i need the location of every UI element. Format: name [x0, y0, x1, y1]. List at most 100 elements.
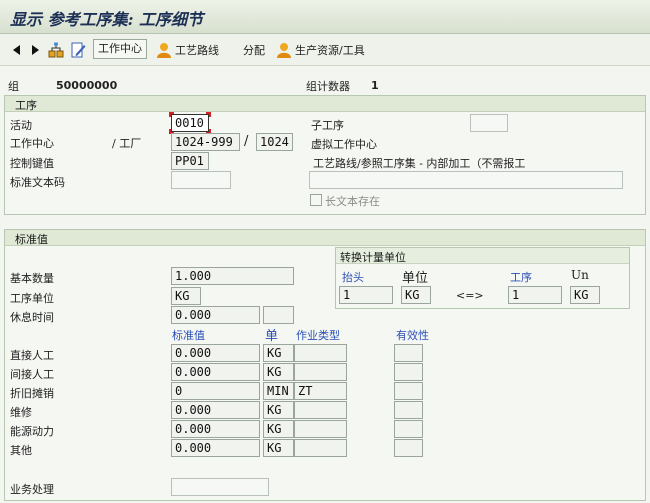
prt-button-label: 生产资源/工具 [295, 44, 365, 57]
conversion-title: 转换计量单位 [340, 251, 406, 264]
header-quantity-field[interactable]: 1 [339, 286, 393, 304]
allocation-button-label: 分配 [243, 44, 265, 57]
title-bar: 显示 参考工序集: 工序细节 [0, 0, 650, 34]
effectivity-field[interactable] [394, 382, 423, 400]
virtual-work-center-label: 虚拟工作中心 [311, 138, 377, 151]
hierarchy-icon [48, 42, 64, 58]
plant-field[interactable]: 1024 [256, 133, 293, 151]
long-text-label: 长文本存在 [325, 195, 380, 208]
standard-value-unit-field[interactable]: MIN [263, 382, 294, 400]
activity-label: 活动 [10, 119, 32, 132]
allocation-button[interactable]: 分配 [243, 39, 265, 61]
effectivity-field[interactable] [394, 439, 423, 457]
person-icon [157, 43, 171, 58]
group-value: 50000000 [56, 79, 118, 92]
standard-value-unit-field[interactable]: KG [263, 363, 294, 381]
operation-section-title: 工序 [15, 99, 37, 112]
operation-unit-field[interactable]: KG [570, 286, 600, 304]
work-center-button-label: 工作中心 [98, 42, 142, 55]
base-quantity-field[interactable]: 1.000 [171, 267, 294, 285]
effectivity-field[interactable] [394, 420, 423, 438]
activity-type-field[interactable] [294, 401, 347, 419]
edit-document-icon [71, 42, 86, 58]
base-quantity-label: 基本数量 [10, 272, 54, 285]
standard-value-row-label: 能源动力 [10, 425, 54, 438]
business-process-label: 业务处理 [10, 483, 54, 496]
activity-field[interactable]: 0010 [171, 114, 209, 132]
effectivity-field[interactable] [394, 363, 423, 381]
group-counter-label: 组计数器 [306, 80, 350, 93]
standard-value-field[interactable]: 0.000 [171, 420, 260, 438]
work-center-field[interactable]: 1024-999 [171, 133, 240, 151]
routing-button-label: 工艺路线 [175, 44, 219, 57]
window-title: 显示 参考工序集: 工序细节 [10, 10, 204, 29]
operation-unit-field[interactable]: KG [171, 287, 201, 305]
sub-operation-field[interactable] [470, 114, 508, 132]
control-key-field[interactable]: PP01 [171, 152, 209, 170]
sub-operation-label: 子工序 [311, 119, 344, 132]
conversion-operation-label: 工序 [510, 271, 532, 284]
standard-value-field[interactable]: 0 [171, 382, 260, 400]
standard-value-unit-field[interactable]: KG [263, 344, 294, 362]
standard-value-unit-field[interactable]: KG [263, 420, 294, 438]
business-process-field[interactable] [171, 478, 269, 496]
standard-value-row-label: 折旧摊销 [10, 387, 54, 400]
conversion-un-label: Un [571, 268, 589, 282]
standard-text-key-field[interactable] [171, 171, 231, 189]
standard-text-key-label: 标准文本码 [10, 176, 65, 189]
focus-corner-marker [206, 112, 211, 117]
conversion-header-label: 抬头 [342, 271, 364, 284]
standard-value-unit-field[interactable]: KG [263, 439, 294, 457]
effectivity-field[interactable] [394, 401, 423, 419]
break-time-field[interactable]: 0.000 [171, 306, 260, 324]
standard-value-field[interactable]: 0.000 [171, 363, 260, 381]
edit-document-button[interactable] [70, 39, 86, 61]
back-button[interactable] [9, 39, 25, 61]
operation-quantity-field[interactable]: 1 [508, 286, 562, 304]
work-center-button[interactable]: 工作中心 [93, 39, 147, 59]
group-counter-value: 1 [371, 79, 379, 92]
focus-corner-marker [169, 112, 174, 117]
plant-separator: / [244, 134, 249, 149]
standard-value-unit-field[interactable]: KG [263, 401, 294, 419]
standard-value-row-label: 间接人工 [10, 368, 54, 381]
control-key-label: 控制键值 [10, 157, 54, 170]
effectivity-field[interactable] [394, 344, 423, 362]
activity-type-field[interactable]: ZT [294, 382, 347, 400]
break-time-label: 休息时间 [10, 311, 54, 324]
control-key-description: 工艺路线/参照工序集 - 内部加工（不需报工 [313, 157, 526, 170]
standard-value-field[interactable]: 0.000 [171, 401, 260, 419]
standard-value-row-label: 维修 [10, 406, 32, 419]
standard-value-row-label: 直接人工 [10, 349, 54, 362]
prt-button[interactable]: 生产资源/工具 [276, 39, 365, 61]
operation-description-field[interactable] [309, 171, 623, 189]
conversion-equals: <=> [456, 289, 484, 302]
operation-unit-label: 工序单位 [10, 292, 54, 305]
standard-value-field[interactable]: 0.000 [171, 344, 260, 362]
triangle-right-icon [32, 45, 39, 55]
group-label: 组 [8, 80, 19, 93]
column-unit: 单 [265, 329, 279, 344]
activity-type-field[interactable] [294, 363, 347, 381]
activity-type-field[interactable] [294, 344, 347, 362]
standard-value-field[interactable]: 0.000 [171, 439, 260, 457]
conversion-unit-label: 单位 [402, 271, 429, 286]
header-unit-field[interactable]: KG [401, 286, 431, 304]
activity-type-field[interactable] [294, 439, 347, 457]
column-activity-type: 作业类型 [296, 329, 340, 342]
activity-type-field[interactable] [294, 420, 347, 438]
long-text-checkbox[interactable] [310, 194, 322, 206]
column-standard-value: 标准值 [172, 329, 205, 342]
routing-button[interactable]: 工艺路线 [156, 39, 219, 61]
plant-label: / 工厂 [112, 137, 142, 150]
hierarchy-button[interactable] [48, 39, 64, 61]
column-effectivity: 有效性 [396, 329, 429, 342]
standard-value-row-label: 其他 [10, 444, 32, 457]
triangle-left-icon [13, 45, 20, 55]
break-time-unit-field[interactable] [263, 306, 294, 324]
standard-values-section-title: 标准值 [15, 233, 48, 246]
forward-button[interactable] [27, 39, 43, 61]
person-icon [277, 43, 291, 58]
work-center-label: 工作中心 [10, 137, 54, 150]
application-toolbar: 工作中心 工艺路线 分配 生产资源/工具 [0, 34, 650, 66]
